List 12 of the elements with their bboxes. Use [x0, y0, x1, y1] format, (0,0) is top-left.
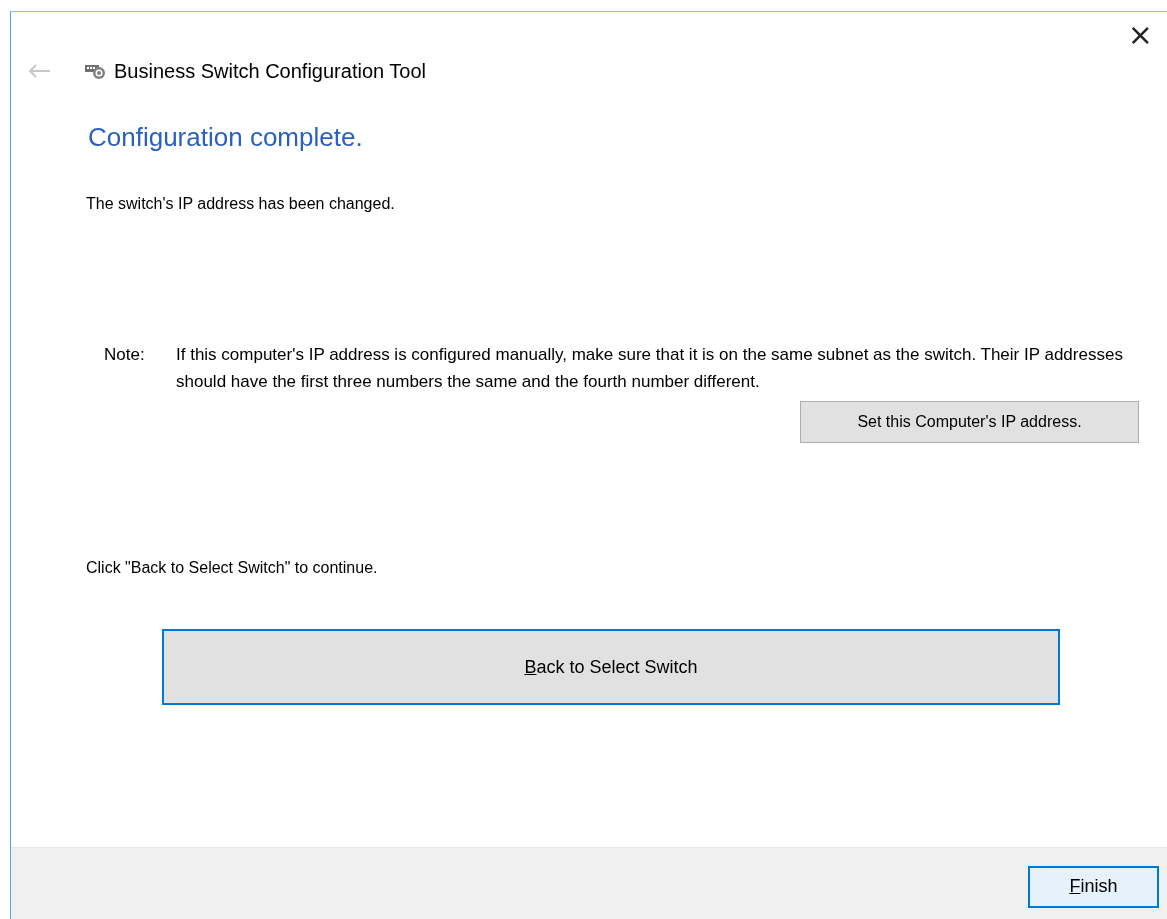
back-arrow-icon[interactable]: [27, 63, 51, 79]
instruction-text: Click "Back to Select Switch" to continue.: [86, 559, 379, 577]
back-to-select-switch-button[interactable]: Back to Select Switch: [162, 629, 1060, 705]
page-heading: Configuration complete.: [88, 122, 364, 153]
window-title: Business Switch Configuration Tool: [114, 59, 427, 83]
set-ip-button[interactable]: Set this Computer's IP address.: [800, 401, 1139, 443]
close-button[interactable]: ×: [1127, 12, 1167, 52]
switch-gear-icon: [84, 62, 106, 80]
finish-button[interactable]: Finish: [1028, 865, 1159, 908]
note-label: Note:: [104, 344, 146, 366]
note-text: If this computer's IP address is configured manually, make sure that it is on the same subnet as the switch. Their IP addresses should have the first three numbers the same and the fourth number different.: [176, 344, 1124, 393]
status-message: The switch's IP address has been changed.: [86, 195, 396, 213]
